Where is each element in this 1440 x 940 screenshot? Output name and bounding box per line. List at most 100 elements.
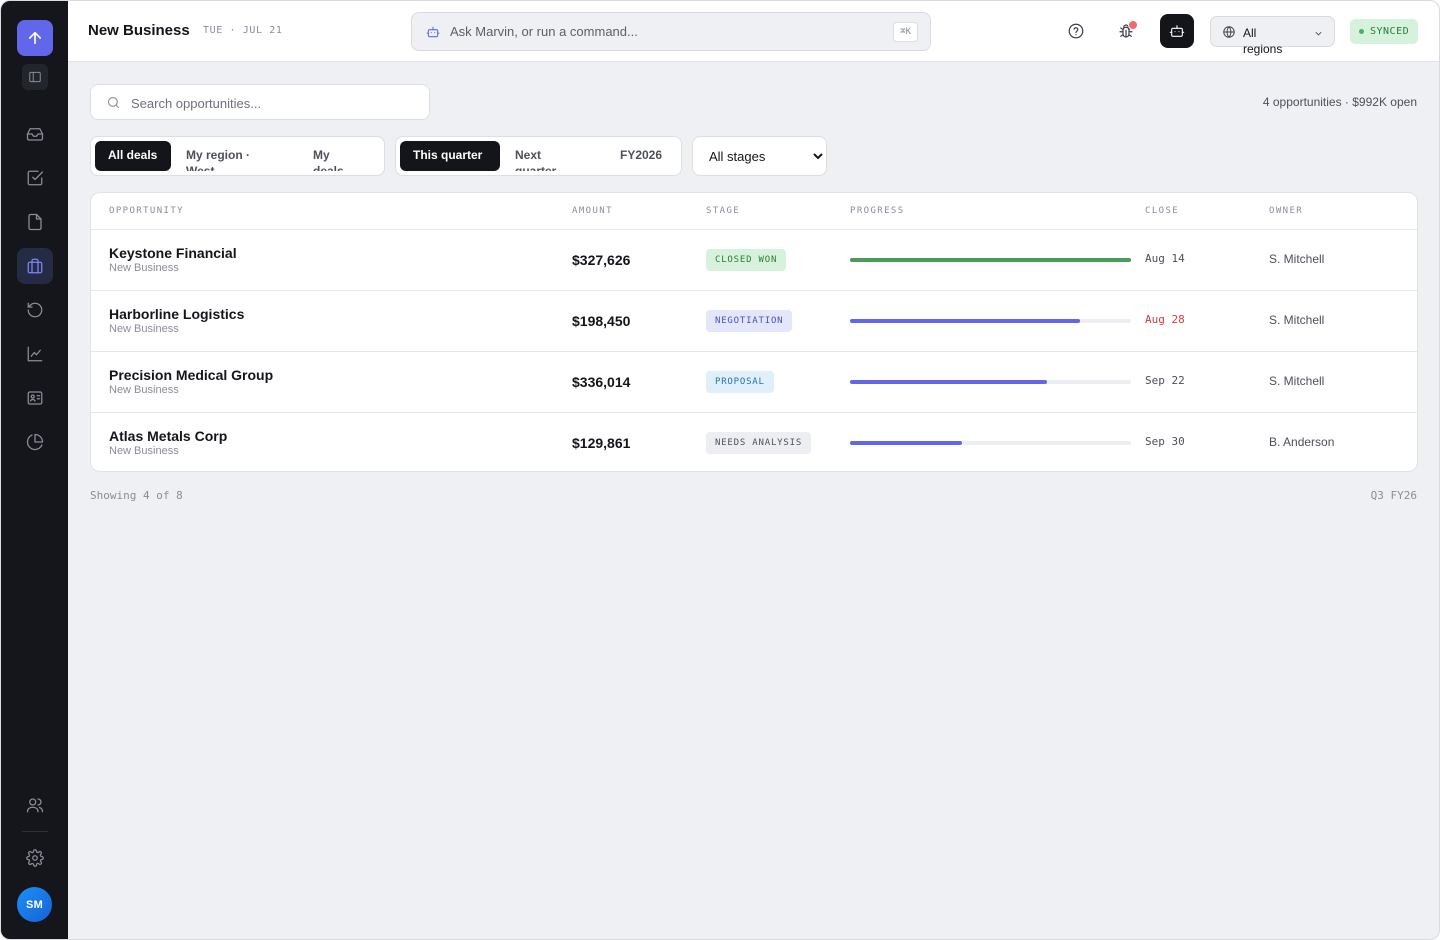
sidebar-item-analytics[interactable] [17,336,53,372]
stage-filter: All stages [692,136,827,176]
opportunities-table: OPPORTUNITY AMOUNT STAGE PROGRESS CLOSE … [90,192,1418,472]
sidebar-item-contacts[interactable] [17,380,53,416]
opportunity-name[interactable]: Atlas Metals Corp [109,428,227,444]
close-date: Aug 28 [1145,313,1185,326]
search-input[interactable] [131,93,411,113]
command-bar[interactable]: Ask Marvin, or run a command... ⌘K [411,12,931,51]
assistant-button[interactable] [1160,14,1194,48]
close-date: Aug 14 [1145,252,1185,265]
tasks-icon [27,170,44,186]
progress-bar [850,380,1131,384]
opportunity-amount: $336,014 [572,374,631,390]
sidebar-toggle-icon[interactable] [22,64,48,90]
progress-bar [850,441,1131,445]
period-filter: This quarter Next quarter FY2026 [395,136,682,176]
opportunity-amount: $198,450 [572,313,631,329]
stage-badge: NEGOTIATION [706,310,793,332]
opportunity-name[interactable]: Precision Medical Group [109,367,273,383]
notification-dot [1128,20,1138,30]
chevron-down-icon [1313,26,1324,37]
history-icon [27,302,43,318]
sidebar: SM [1,1,68,939]
column-header-owner[interactable]: OWNER [1269,206,1303,216]
sidebar-item-reports[interactable] [17,424,53,460]
avatar[interactable]: SM [17,887,52,922]
stage-badge: CLOSED WON [706,249,787,271]
page-title: New Business [88,22,190,39]
opportunity-segment: New Business [109,323,179,335]
table-row[interactable]: Harborline Logistics New Business $198,450… [91,291,1417,352]
search-box[interactable] [90,84,430,120]
scope-option-my-region[interactable]: My region · West [173,141,283,171]
owner-name: S. Mitchell [1269,313,1325,327]
sidebar-item-history[interactable] [17,292,53,328]
opportunity-amount: $129,861 [572,435,631,451]
column-header-stage[interactable]: STAGE [706,206,740,216]
period-option-this-quarter[interactable]: This quarter [400,141,500,171]
column-header-progress[interactable]: PROGRESS [850,206,905,216]
help-button[interactable] [1060,15,1092,47]
opportunity-name[interactable]: Keystone Financial [109,245,237,261]
progress-fill [850,258,1131,262]
bot-icon [1169,25,1185,37]
sidebar-item-inbox[interactable] [17,116,53,152]
document-icon [28,213,42,231]
gear-icon [26,849,44,867]
opportunity-segment: New Business [109,445,179,457]
column-header-opportunity[interactable]: OPPORTUNITY [109,206,184,216]
opportunity-summary: 4 opportunities · $992K open [1262,95,1417,109]
page-date: TUE · JUL 21 [203,25,283,36]
progress-bar [850,258,1131,262]
close-date: Sep 22 [1145,374,1185,387]
chart-icon [27,346,43,362]
search-icon [106,95,121,110]
table-row[interactable]: Precision Medical Group New Business $336,… [91,352,1417,413]
owner-name: S. Mitchell [1269,374,1325,388]
stage-select[interactable]: All stages [693,137,826,175]
region-select[interactable]: All regions [1210,16,1335,56]
progress-fill [850,441,963,445]
period-option-fy2026[interactable]: FY2026 [607,141,681,171]
scope-option-my-deals[interactable]: My deals [300,141,370,171]
globe-icon [1222,25,1236,39]
column-header-amount[interactable]: AMOUNT [572,206,613,216]
close-date: Sep 30 [1145,435,1185,448]
logo-arrow-up-icon[interactable] [17,20,53,56]
users-icon [26,798,44,813]
owner-name: B. Anderson [1269,435,1335,449]
scope-option-all-deals[interactable]: All deals [95,141,171,171]
sidebar-item-settings[interactable] [17,840,53,876]
sidebar-item-team[interactable] [17,787,53,823]
stage-badge: NEEDS ANALYSIS [706,432,812,454]
opportunity-amount: $327,626 [572,252,631,268]
sidebar-divider [22,831,48,832]
opportunity-segment: New Business [109,262,179,274]
progress-bar [850,319,1131,323]
contact-card-icon [27,391,43,405]
period-option-next-quarter[interactable]: Next quarter [502,141,592,171]
sidebar-item-documents[interactable] [17,204,53,240]
help-icon [1068,23,1084,39]
column-header-close[interactable]: CLOSE [1145,206,1179,216]
inbox-icon [26,128,44,141]
opportunity-segment: New Business [109,384,179,396]
sidebar-item-tasks[interactable] [17,160,53,196]
showing-count: Showing 4 of 8 [90,489,183,502]
app-window: SM New Business TUE · JUL 21 Ask Marvin,… [0,0,1440,940]
topbar: New Business TUE · JUL 21 Ask Marvin, or… [68,1,1439,62]
pie-chart-icon [26,433,44,451]
progress-fill [850,319,1081,323]
command-shortcut: ⌘K [893,22,918,42]
sidebar-item-opportunities[interactable] [17,248,53,284]
fiscal-period: Q3 FY26 [1370,489,1417,502]
bug-report-button[interactable] [1110,15,1142,47]
command-placeholder: Ask Marvin, or run a command... [450,24,638,39]
table-row[interactable]: Keystone Financial New Business $327,626 CL… [91,230,1417,291]
progress-fill [850,380,1047,384]
stage-badge: PROPOSAL [706,371,774,393]
briefcase-icon [27,258,43,274]
table-row[interactable]: Atlas Metals Corp New Business $129,861 NEE… [91,413,1417,471]
owner-name: S. Mitchell [1269,252,1325,266]
scope-filter: All deals My region · West My deals [90,136,385,176]
opportunity-name[interactable]: Harborline Logistics [109,306,244,322]
